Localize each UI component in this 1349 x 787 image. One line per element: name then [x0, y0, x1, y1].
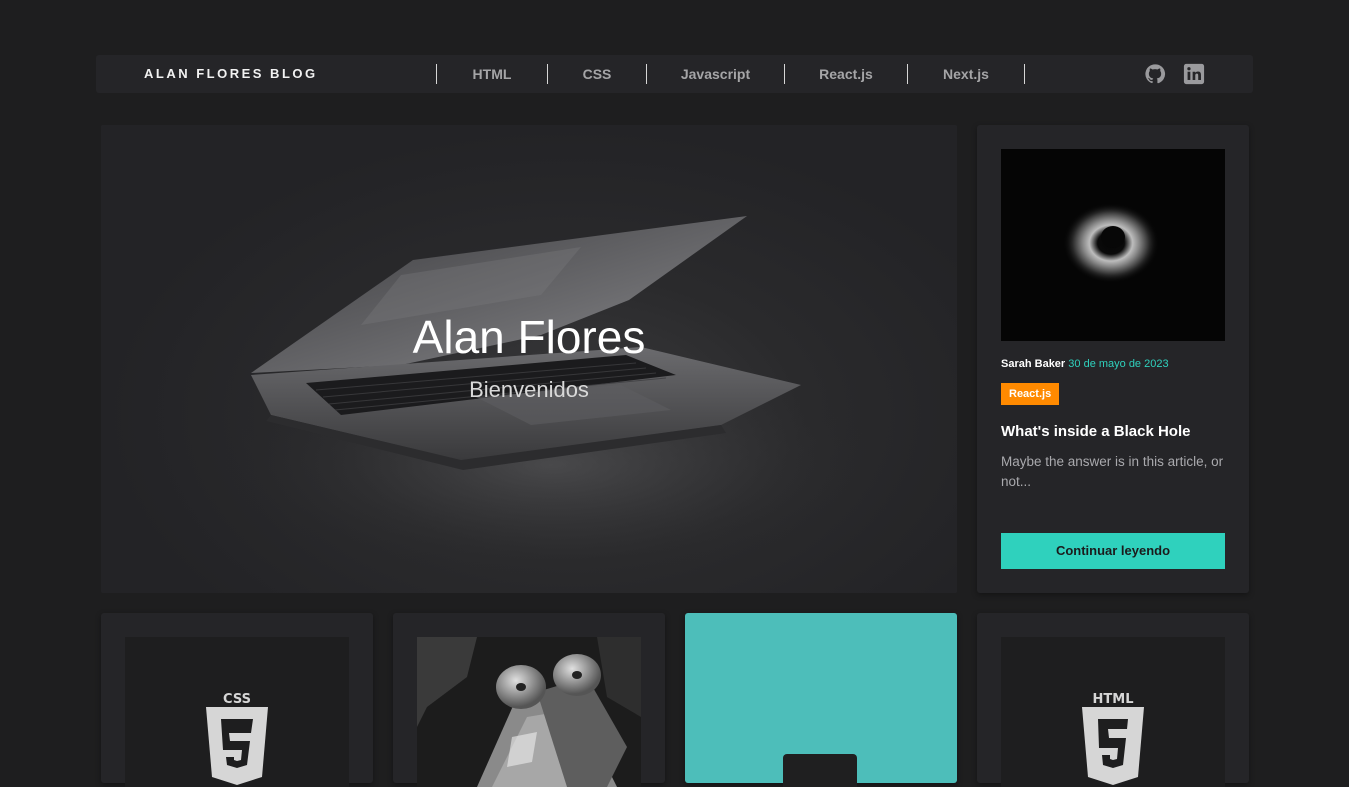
- css-logo-text: CSS: [223, 692, 251, 707]
- nav-link-reactjs[interactable]: React.js: [785, 64, 907, 84]
- site-brand[interactable]: ALAN FLORES BLOG: [144, 66, 318, 81]
- top-navbar: ALAN FLORES BLOG HTML CSS Javascript Rea…: [96, 55, 1253, 93]
- post-title[interactable]: What's inside a Black Hole: [1001, 423, 1190, 440]
- post-card: CSS: [101, 613, 373, 787]
- continue-reading-button[interactable]: Continuar leyendo: [1001, 533, 1225, 569]
- mantis-shrimp-image[interactable]: [417, 637, 641, 787]
- post-date: 30 de mayo de 2023: [1068, 358, 1169, 370]
- html5-logo-image[interactable]: HTML: [1001, 637, 1225, 787]
- nav-divider: [1024, 64, 1025, 84]
- post-card: [685, 613, 957, 787]
- css3-logo-image[interactable]: CSS: [125, 637, 349, 787]
- featured-post-card: Sarah Baker 30 de mayo de 2023 React.js …: [977, 125, 1249, 593]
- html-logo-text: HTML: [1093, 692, 1134, 707]
- linkedin-icon[interactable]: [1183, 63, 1205, 85]
- nav-link-html[interactable]: HTML: [437, 64, 547, 84]
- nav-links: HTML CSS Javascript React.js Next.js: [436, 64, 1025, 84]
- nav-link-javascript[interactable]: Javascript: [647, 64, 784, 84]
- post-meta: Sarah Baker 30 de mayo de 2023: [1001, 358, 1169, 370]
- black-hole-image[interactable]: [1001, 149, 1225, 341]
- hero-title: Alan Flores: [412, 311, 646, 363]
- post-card: HTML: [977, 613, 1249, 787]
- post-card: [393, 613, 665, 787]
- github-icon[interactable]: [1144, 63, 1166, 85]
- post-description: Maybe the answer is in this article, or …: [1001, 454, 1224, 489]
- post-author[interactable]: Sarah Baker: [1001, 358, 1065, 370]
- nav-link-nextjs[interactable]: Next.js: [908, 64, 1024, 84]
- teal-card-image[interactable]: [709, 637, 933, 787]
- nav-link-css[interactable]: CSS: [548, 64, 646, 84]
- hero-banner: Alan Flores Bienvenidos: [101, 125, 957, 593]
- post-tag[interactable]: React.js: [1001, 383, 1060, 405]
- hero-subtitle: Bienvenidos: [469, 377, 589, 402]
